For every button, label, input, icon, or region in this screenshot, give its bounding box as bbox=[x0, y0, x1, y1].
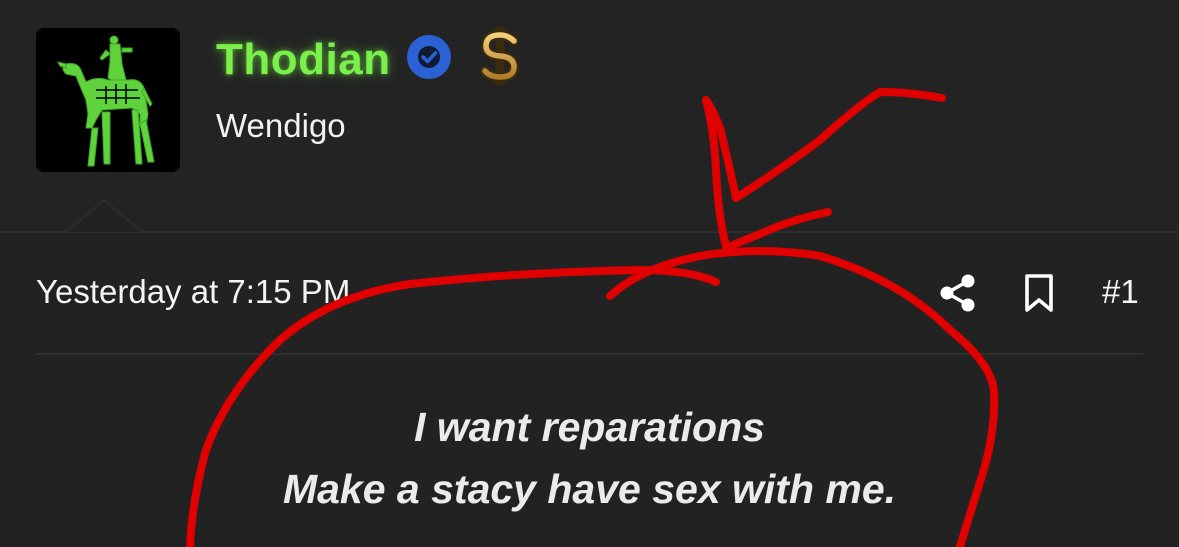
post-timestamp[interactable]: Yesterday at 7:15 PM bbox=[36, 272, 350, 312]
avatar[interactable] bbox=[36, 28, 180, 172]
post-meta-divider bbox=[36, 353, 1143, 355]
post-body-line: I want reparations bbox=[414, 404, 765, 450]
header-pointer-notch bbox=[66, 199, 142, 233]
author-user-title: Wendigo bbox=[216, 107, 346, 144]
check-badge-icon bbox=[407, 35, 451, 79]
author-username[interactable]: Thodian bbox=[216, 34, 391, 86]
post-number-link[interactable]: #1 bbox=[1102, 272, 1139, 312]
dollar-sign-icon bbox=[480, 27, 520, 85]
bookmark-icon[interactable] bbox=[1022, 273, 1056, 313]
post-body: I want reparations Make a stacy have sex… bbox=[0, 396, 1179, 520]
share-icon[interactable] bbox=[938, 273, 978, 313]
camel-rider-icon bbox=[36, 28, 180, 172]
post-body-line: Make a stacy have sex with me. bbox=[282, 466, 897, 512]
header-divider bbox=[0, 231, 1179, 233]
